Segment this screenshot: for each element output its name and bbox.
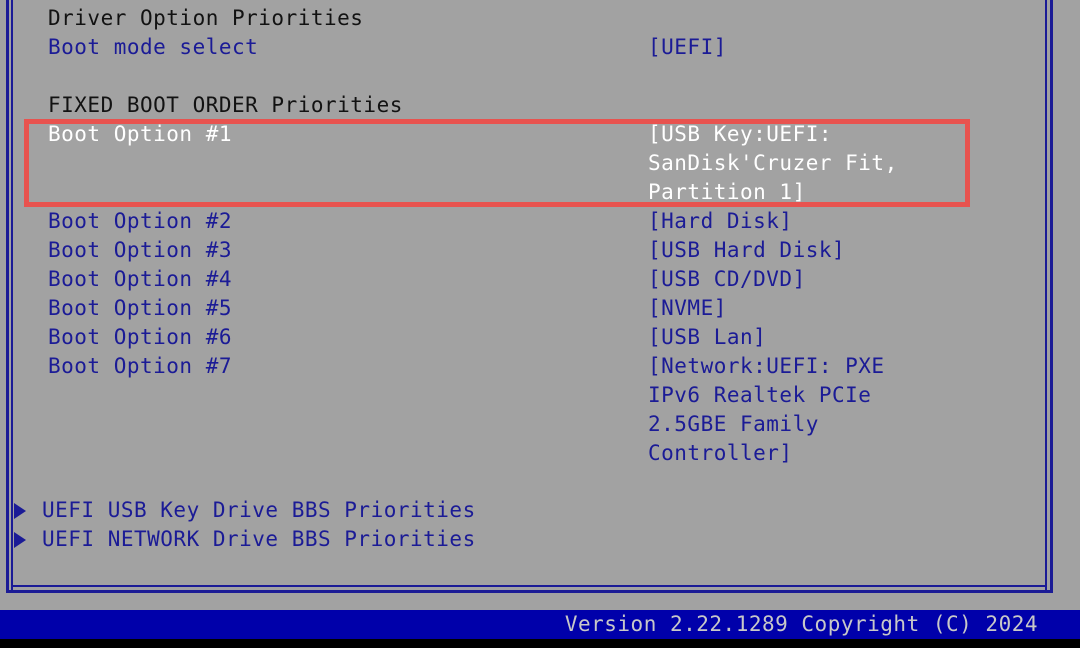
boot-option-4-label: Boot Option #4 xyxy=(48,267,233,291)
boot-option-6-label: Boot Option #6 xyxy=(48,325,233,349)
boot-option-7-value-line-3[interactable]: 2.5GBE Family xyxy=(648,410,819,439)
boot-option-1-label: Boot Option #1 xyxy=(48,122,233,146)
boot-option-3-value[interactable]: [USB Hard Disk] xyxy=(648,236,845,265)
boot-mode-select-value[interactable]: [UEFI] xyxy=(648,33,727,62)
boot-option-7-value-line-4[interactable]: Controller] xyxy=(648,439,793,468)
triangle-right-icon xyxy=(14,531,26,548)
driver-option-priorities-label: Driver Option Priorities xyxy=(48,6,364,30)
boot-option-7-value-line-2[interactable]: IPv6 Realtek PCIe xyxy=(648,381,871,410)
boot-option-3-label: Boot Option #3 xyxy=(48,238,233,262)
submenu-label-network: UEFI NETWORK Drive BBS Priorities xyxy=(42,527,476,551)
fixed-boot-order-priorities-heading: FIXED BOOT ORDER Priorities xyxy=(48,91,1048,120)
panel-border-bottom-inner xyxy=(11,585,1046,587)
boot-option-6-value[interactable]: [USB Lan] xyxy=(648,323,766,352)
boot-option-2-value[interactable]: [Hard Disk] xyxy=(648,207,793,236)
boot-mode-select-label: Boot mode select xyxy=(48,35,259,59)
boot-option-4-value[interactable]: [USB CD/DVD] xyxy=(648,265,806,294)
driver-option-priorities-heading: Driver Option Priorities xyxy=(48,4,1048,33)
boot-option-row-5[interactable]: Boot Option #5 xyxy=(48,294,1048,323)
boot-option-5-label: Boot Option #5 xyxy=(48,296,233,320)
boot-option-row-7[interactable]: Boot Option #7 xyxy=(48,352,1048,381)
boot-option-7-value-line-1[interactable]: [Network:UEFI: PXE xyxy=(648,352,885,381)
boot-option-2-label: Boot Option #2 xyxy=(48,209,233,233)
footer-status-bar: Version 2.22.1289 Copyright (C) 2024 xyxy=(0,610,1080,639)
boot-option-7-label: Boot Option #7 xyxy=(48,354,233,378)
submenu-label-usb-key: UEFI USB Key Drive BBS Priorities xyxy=(42,498,476,522)
triangle-right-icon xyxy=(14,502,26,519)
bios-setup-screen: Driver Option Priorities Boot mode selec… xyxy=(0,0,1080,648)
boot-option-row-6[interactable]: Boot Option #6 xyxy=(48,323,1048,352)
setting-row-boot-mode-select[interactable]: Boot mode select xyxy=(48,33,1048,62)
submenu-uefi-usb-key-drive-bbs-priorities[interactable]: UEFI USB Key Drive BBS Priorities xyxy=(14,496,476,525)
submenu-uefi-network-drive-bbs-priorities[interactable]: UEFI NETWORK Drive BBS Priorities xyxy=(14,525,476,554)
footer-gap xyxy=(0,593,1080,610)
boot-option-row-2[interactable]: Boot Option #2 xyxy=(48,207,1048,236)
fixed-boot-order-priorities-label: FIXED BOOT ORDER Priorities xyxy=(48,93,403,117)
screen-bottom-letterbox xyxy=(0,639,1080,648)
boot-option-1-value-line-2[interactable]: SanDisk'Cruzer Fit, xyxy=(648,149,898,178)
boot-option-5-value[interactable]: [NVME] xyxy=(648,294,727,323)
boot-option-row-3[interactable]: Boot Option #3 xyxy=(48,236,1048,265)
boot-option-1-value-line-1[interactable]: [USB Key:UEFI: xyxy=(648,120,832,149)
boot-priorities-list: Driver Option Priorities Boot mode selec… xyxy=(0,0,1080,585)
version-copyright-text: Version 2.22.1289 Copyright (C) 2024 xyxy=(564,612,1038,636)
boot-option-1-value-line-3[interactable]: Partition 1] xyxy=(648,178,806,207)
boot-option-row-4[interactable]: Boot Option #4 xyxy=(48,265,1048,294)
boot-option-row-1[interactable]: Boot Option #1 xyxy=(48,120,1048,149)
